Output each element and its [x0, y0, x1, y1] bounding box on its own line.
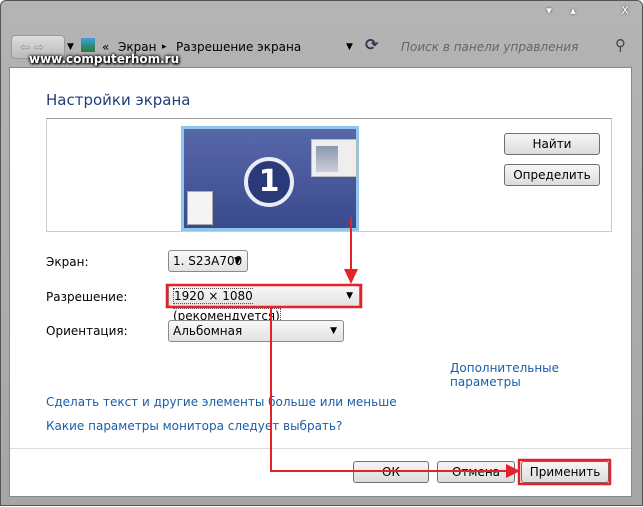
find-button[interactable]: Найти — [504, 133, 600, 155]
address-dropdown-icon[interactable]: ▼ — [346, 42, 353, 52]
minimize-button[interactable]: ▾ — [537, 3, 561, 19]
apply-button[interactable]: Применить — [521, 461, 609, 483]
advanced-settings-link[interactable]: Дополнительные параметры — [450, 361, 631, 389]
refresh-icon[interactable]: ⟳ — [365, 35, 378, 54]
search-input[interactable]: Поиск в панели управления — [393, 37, 633, 57]
window: ▾ ▴ X ⇦ ⇨ ▼ « Экран ▸ Разрешение экрана … — [0, 0, 643, 506]
orientation-value: Альбомная — [173, 324, 243, 338]
screen-label: Экран: — [46, 255, 89, 269]
page-title: Настройки экрана — [46, 91, 191, 109]
chevron-down-icon: ▼ — [234, 256, 241, 266]
orientation-dropdown[interactable]: Альбомная ▼ — [168, 320, 344, 342]
gadget-thumbnail-icon — [187, 191, 213, 225]
chevron-down-icon: ▼ — [346, 291, 353, 301]
cancel-button[interactable]: Отмена — [437, 461, 515, 483]
identify-button[interactable]: Определить — [504, 164, 600, 186]
footer-divider — [10, 448, 631, 449]
resolution-label: Разрешение: — [46, 290, 128, 304]
search-icon[interactable]: ⚲ — [615, 36, 626, 54]
close-button[interactable]: X — [613, 3, 637, 19]
text-size-link[interactable]: Сделать текст и другие элементы больше и… — [46, 395, 397, 409]
control-panel-icon — [81, 38, 95, 52]
ok-button[interactable]: ОК — [353, 461, 429, 483]
content-pane: Настройки экрана 1 Найти Определить Экра… — [9, 67, 632, 497]
window-thumbnail-icon — [311, 139, 357, 177]
resolution-dropdown[interactable]: 1920 × 1080 (рекомендуется) ▼ — [168, 285, 360, 324]
history-dropdown-icon[interactable]: ▼ — [67, 42, 74, 52]
breadcrumb-resolution[interactable]: Разрешение экрана — [176, 40, 301, 54]
screen-dropdown[interactable]: 1. S23A700 ▼ — [168, 250, 248, 272]
maximize-button[interactable]: ▴ — [561, 3, 585, 19]
breadcrumb-separator-icon[interactable]: ▸ — [162, 42, 167, 52]
monitor-1-preview[interactable]: 1 — [181, 126, 359, 231]
monitor-preview-area: 1 Найти Определить — [46, 119, 612, 232]
watermark: www.computerhom.ru — [29, 52, 180, 66]
screen-value: 1. S23A700 — [173, 254, 243, 268]
orientation-label: Ориентация: — [46, 324, 128, 338]
resolution-value: 1920 × 1080 (рекомендуется) — [173, 288, 281, 324]
monitor-help-link[interactable]: Какие параметры монитора следует выбрать… — [46, 419, 342, 433]
chevron-down-icon: ▼ — [330, 326, 337, 336]
monitor-number-badge: 1 — [244, 157, 294, 207]
